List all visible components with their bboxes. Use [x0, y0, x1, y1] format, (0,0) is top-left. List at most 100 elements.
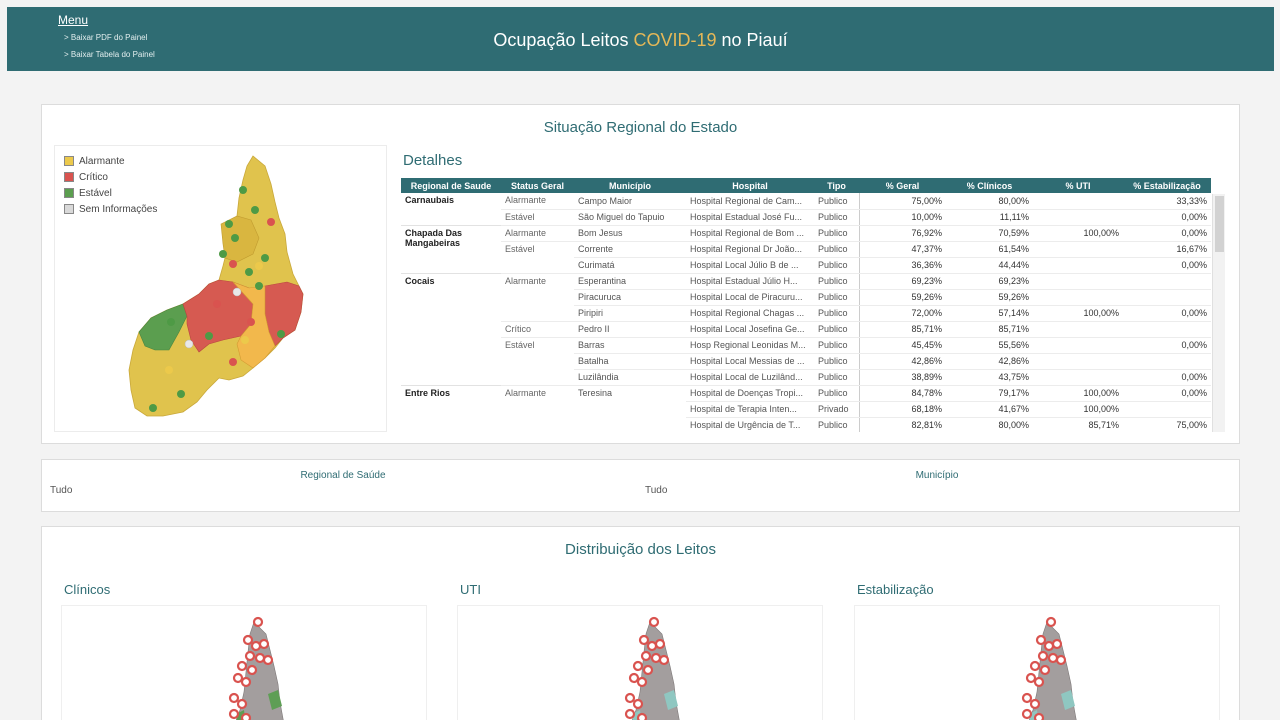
cell-municipio: Esperantina [574, 273, 686, 290]
table-row[interactable]: Estável Barras Hosp Regional Leonidas M.… [401, 337, 1211, 386]
cell-estabilizacao: 0,00% [1123, 337, 1211, 354]
table-row[interactable]: Estável Corrente Hospital Regional Dr Jo… [401, 241, 1211, 274]
legend-label: Crítico [79, 171, 108, 183]
details-table-container[interactable]: Regional de Saude Status Geral Município… [401, 178, 1227, 432]
cell-hospital: Hospital de Urgência de T... [686, 417, 814, 432]
piaui-regional-map[interactable] [125, 154, 315, 424]
column-header-hospital[interactable]: Hospital [686, 178, 814, 193]
legend-swatch [64, 188, 74, 198]
table-scrollbar-thumb[interactable] [1215, 196, 1224, 252]
cell-regional: Cocais [401, 273, 501, 386]
cell-clinicos: 80,00% [946, 193, 1033, 210]
cell-clinicos: 69,23% [946, 273, 1033, 290]
table-row[interactable]: Crítico Pedro II Hospital Local Josefina… [401, 321, 1211, 338]
download-table-link[interactable]: > Baixar Tabela do Painel [64, 50, 155, 59]
cell-status: Estável [501, 337, 574, 386]
cell-hospital: Hospital Estadual Júlio H... [686, 273, 814, 290]
cell-tipo: Publico [814, 385, 859, 402]
uti-map[interactable] [608, 614, 688, 720]
cell-regional: Entre Rios [401, 385, 501, 432]
regional-situation-panel: Situação Regional do Estado Alarmante Cr… [41, 104, 1240, 444]
cell-tipo: Publico [814, 273, 859, 290]
cell-geral: 72,00% [858, 305, 946, 322]
uti-map-box [457, 605, 823, 720]
menu-title-link[interactable]: Menu [58, 13, 88, 27]
cell-estabilizacao [1123, 401, 1211, 418]
legend-label: Estável [79, 187, 112, 199]
column-header-estabilizacao[interactable]: % Estabilização [1123, 178, 1211, 193]
title-accent: COVID-19 [633, 30, 717, 50]
table-scrollbar[interactable] [1212, 194, 1225, 432]
cell-estabilizacao [1123, 289, 1211, 306]
cell-status: Crítico [501, 321, 574, 338]
cell-uti [1033, 369, 1123, 386]
cell-tipo: Publico [814, 321, 859, 338]
cell-hospital: Hosp Regional Leonidas M... [686, 337, 814, 354]
cell-geral: 69,23% [858, 273, 946, 290]
table-row[interactable]: Cocais Alarmante Esperantina Hospital Es… [401, 273, 1211, 386]
table-row[interactable]: Carnaubais Alarmante Campo Maior Hospita… [401, 193, 1211, 226]
cell-tipo: Publico [814, 369, 859, 386]
column-header-regional[interactable]: Regional de Saude [401, 178, 501, 193]
legend-label: Alarmante [79, 155, 125, 167]
cell-clinicos: 55,56% [946, 337, 1033, 354]
cell-hospital: Hospital Local Josefina Ge... [686, 321, 814, 338]
cell-hospital: Hospital de Doenças Tropi... [686, 385, 814, 402]
cell-geral: 36,36% [858, 257, 946, 274]
cell-regional: Carnaubais [401, 193, 501, 226]
cell-tipo: Publico [814, 337, 859, 354]
state-map-box: Alarmante Crítico Estável Sem Informaçõe… [54, 145, 387, 432]
cell-municipio: Piracuruca [574, 289, 686, 306]
title-prefix: Ocupação Leitos [493, 30, 634, 50]
cell-estabilizacao: 0,00% [1123, 305, 1211, 322]
column-header-clinicos[interactable]: % Clínicos [946, 178, 1033, 193]
filter-municipio-dropdown[interactable]: Tudo [645, 485, 667, 496]
cell-municipio: Bom Jesus [574, 225, 686, 242]
cell-municipio: Corrente [574, 241, 686, 258]
legend-swatch [64, 156, 74, 166]
cell-municipio: Pedro II [574, 321, 686, 338]
table-row[interactable]: Entre Rios Alarmante Teresina Hospital d… [401, 385, 1211, 432]
filter-regional-dropdown[interactable]: Tudo [50, 485, 72, 496]
cell-tipo: Privado [814, 401, 859, 418]
legend-swatch [64, 172, 74, 182]
cell-status: Estável [501, 241, 574, 274]
column-header-tipo[interactable]: Tipo [814, 178, 859, 193]
cell-tipo: Publico [814, 353, 859, 370]
estabilizacao-map[interactable] [1005, 614, 1085, 720]
cell-hospital: Hospital Regional Chagas ... [686, 305, 814, 322]
table-row[interactable]: Chapada Das Mangabeiras Alarmante Bom Je… [401, 225, 1211, 274]
estabilizacao-label: Estabilização [857, 582, 934, 597]
column-header-uti[interactable]: % UTI [1033, 178, 1123, 193]
cell-clinicos: 11,11% [946, 209, 1033, 226]
cell-geral: 42,86% [858, 353, 946, 370]
cell-status: Alarmante [501, 225, 574, 242]
cell-uti: 85,71% [1033, 417, 1123, 432]
column-header-status[interactable]: Status Geral [501, 178, 574, 193]
cell-status: Alarmante [501, 385, 574, 432]
table-row[interactable]: Estável São Miguel do Tapuio Hospital Es… [401, 209, 1211, 226]
cell-uti: 100,00% [1033, 385, 1123, 402]
cell-geral: 45,45% [858, 337, 946, 354]
column-header-geral[interactable]: % Geral [859, 178, 946, 193]
cell-municipio: São Miguel do Tapuio [574, 209, 686, 226]
cell-tipo: Publico [814, 289, 859, 306]
cell-clinicos: 61,54% [946, 241, 1033, 258]
cell-clinicos: 85,71% [946, 321, 1033, 338]
cell-tipo: Publico [814, 257, 859, 274]
cell-estabilizacao: 0,00% [1123, 225, 1211, 242]
cell-estabilizacao: 0,00% [1123, 385, 1211, 402]
cell-geral: 68,18% [858, 401, 946, 418]
title-suffix: no Piauí [716, 30, 788, 50]
cell-estabilizacao [1123, 321, 1211, 338]
clinicos-map[interactable] [212, 614, 292, 720]
cell-clinicos: 80,00% [946, 417, 1033, 432]
cell-uti [1033, 257, 1123, 274]
clinicos-map-box [61, 605, 427, 720]
cell-estabilizacao: 0,00% [1123, 209, 1211, 226]
regional-section-title: Situação Regional do Estado [543, 119, 738, 136]
cell-tipo: Publico [814, 241, 859, 258]
column-header-municipio[interactable]: Município [574, 178, 686, 193]
cell-clinicos: 44,44% [946, 257, 1033, 274]
cell-municipio: Barras [574, 337, 686, 354]
